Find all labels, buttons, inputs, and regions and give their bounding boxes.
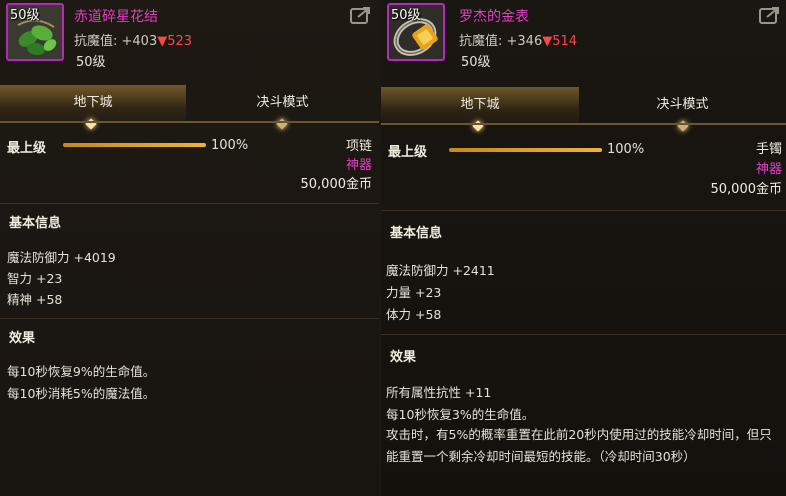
- stat-label: 抗魔值:: [74, 34, 122, 49]
- item-type: 项链: [345, 139, 372, 154]
- stat-line: 智力 +23: [7, 271, 63, 286]
- item-tooltip-right: 50级 罗杰的金表 抗魔值: +346▼514 50级 地下城 决斗模式 最上级…: [381, 0, 786, 496]
- tab-label: 地下城: [460, 97, 500, 112]
- tab-label: 地下城: [73, 95, 113, 110]
- stat-drop: ▼523: [157, 34, 193, 49]
- max-level-label: 最上级: [388, 145, 428, 160]
- stat-line: 魔法防御力 +2411: [386, 263, 495, 278]
- mode-tabs: 地下城 决斗模式: [381, 87, 786, 132]
- tab-underline: [381, 123, 786, 125]
- effect-line: 每10秒恢复3%的生命值。: [386, 407, 535, 422]
- mode-tabs: 地下城 决斗模式: [0, 85, 379, 130]
- share-icon[interactable]: [759, 6, 781, 24]
- enhance-progress-bar: [449, 148, 602, 152]
- effect-line: 攻击时，有5%的概率重置在此前20秒内使用过的技能冷却时间，但只能重置一个剩余冷…: [386, 427, 772, 464]
- tab-dungeon[interactable]: 地下城: [381, 87, 579, 132]
- basic-info-title: 基本信息: [390, 226, 443, 241]
- icon-level-badge: 50级: [10, 8, 40, 23]
- progress-percent: 100%: [607, 142, 645, 157]
- item-price: 50,000金币: [710, 182, 783, 197]
- item-tooltip-left: 50级 赤道碎星花结 抗魔值: +403▼523 50级 地下城 决斗模式 最上…: [0, 0, 379, 496]
- divider: [0, 203, 379, 204]
- divider: [381, 334, 786, 335]
- item-grade: 神器: [755, 162, 782, 177]
- basic-info-title: 基本信息: [9, 216, 62, 231]
- progress-percent: 100%: [211, 138, 249, 153]
- tab-label: 决斗模式: [656, 97, 709, 112]
- stat-line: 精神 +58: [7, 292, 63, 307]
- required-level: 50级: [461, 55, 491, 70]
- effect-line: 每10秒消耗5%的魔法值。: [7, 386, 156, 401]
- max-level-label: 最上级: [7, 141, 47, 156]
- enhance-progress-fill: [449, 148, 602, 152]
- icon-level-badge: 50级: [391, 8, 421, 23]
- share-icon[interactable]: [350, 6, 372, 24]
- enhance-progress-fill: [63, 143, 206, 147]
- divider: [0, 318, 379, 319]
- effects-title: 效果: [390, 350, 417, 365]
- item-icon-necklace: 50级: [6, 3, 64, 61]
- item-name: 罗杰的金表: [459, 9, 529, 25]
- stat-value: +346: [506, 34, 543, 49]
- item-grade: 神器: [345, 158, 372, 173]
- stat-drop: ▼514: [542, 34, 578, 49]
- item-icon-watch: 50级: [387, 3, 445, 61]
- magic-resist-stat: 抗魔值: +346▼514: [459, 30, 577, 49]
- stat-label: 抗魔值:: [459, 34, 507, 49]
- item-name: 赤道碎星花结: [74, 9, 158, 25]
- tab-dungeon[interactable]: 地下城: [0, 85, 186, 130]
- stat-value: +403: [121, 34, 158, 49]
- stat-line: 体力 +58: [386, 307, 442, 322]
- stat-line: 魔法防御力 +4019: [7, 250, 116, 265]
- effects-title: 效果: [9, 331, 36, 346]
- enhance-progress-bar: [63, 143, 206, 147]
- item-type: 手镯: [755, 142, 782, 157]
- tab-duel[interactable]: 决斗模式: [579, 87, 786, 132]
- item-price: 50,000金币: [300, 177, 373, 192]
- divider: [381, 210, 786, 211]
- magic-resist-stat: 抗魔值: +403▼523: [74, 30, 192, 49]
- tab-label: 决斗模式: [256, 95, 309, 110]
- effect-line: 每10秒恢复9%的生命值。: [7, 364, 156, 379]
- tab-duel[interactable]: 决斗模式: [186, 85, 379, 130]
- effect-line: 所有属性抗性 +11: [386, 385, 492, 400]
- required-level: 50级: [76, 55, 106, 70]
- stat-line: 力量 +23: [386, 285, 442, 300]
- tab-underline: [0, 121, 379, 123]
